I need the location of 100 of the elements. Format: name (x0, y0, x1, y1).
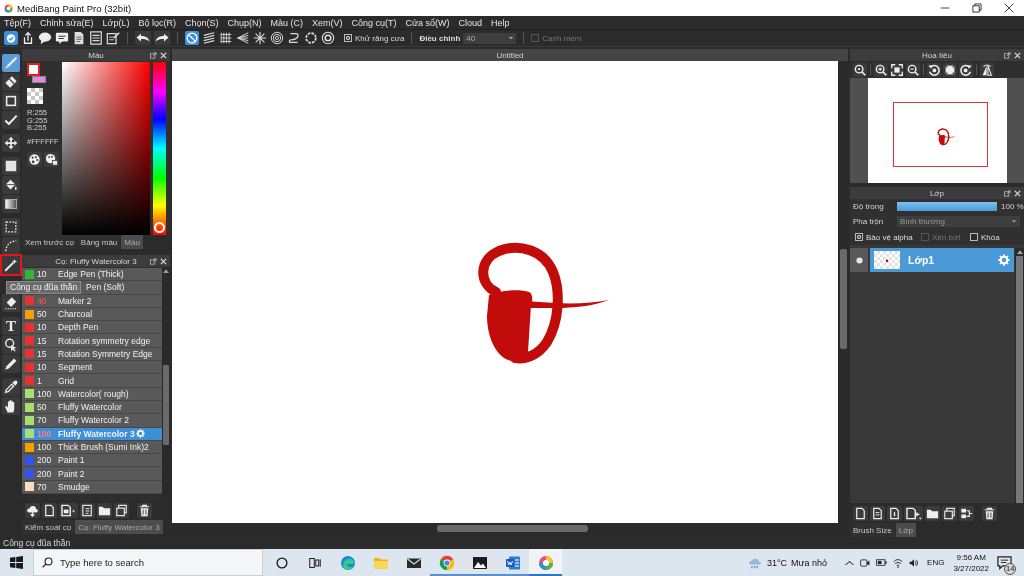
caret-icon[interactable] (1011, 219, 1017, 224)
gear-circle-icon[interactable] (321, 31, 335, 45)
folder-icon[interactable] (925, 505, 940, 521)
float-window-icon[interactable] (1004, 189, 1011, 197)
add-page-menu-icon[interactable] (904, 505, 923, 521)
chat-icon[interactable] (55, 31, 69, 45)
zoom-out-icon[interactable] (906, 62, 920, 77)
magnifier-icon[interactable] (853, 62, 867, 77)
opacity-slider[interactable] (897, 202, 997, 211)
marked-page-icon[interactable] (887, 505, 902, 521)
dotted-circle-icon[interactable] (304, 31, 318, 45)
panel-tab[interactable]: Xem trước cọ (22, 235, 77, 249)
brush-row[interactable]: 15 Rotation symmetry edge (22, 334, 162, 348)
menu-item[interactable]: Help (488, 17, 513, 28)
vertical-scrollbar[interactable] (1015, 248, 1024, 503)
hue-slider[interactable] (153, 62, 166, 235)
redo-icon[interactable] (154, 31, 170, 45)
rotate-left-icon[interactable] (927, 62, 941, 77)
tool-button[interactable] (2, 378, 20, 396)
grid-icon[interactable] (219, 31, 233, 45)
menu-item[interactable]: Lớp(L) (99, 17, 133, 28)
blend-mode-dropdown[interactable]: Bình thường (897, 216, 1020, 227)
list-page-icon[interactable] (89, 31, 103, 45)
tool-button[interactable] (2, 73, 20, 91)
menu-item[interactable]: Chỉnh sửa(E) (37, 17, 97, 28)
edit-page-icon[interactable] (106, 31, 120, 45)
float-window-icon[interactable] (150, 257, 157, 265)
copy-page-icon[interactable] (80, 502, 95, 518)
tool-button[interactable] (2, 157, 20, 175)
view-frame[interactable] (893, 102, 988, 167)
brush-row[interactable]: 70 Fluffy Watercolor 2 (22, 414, 162, 428)
speaker-icon[interactable] (909, 557, 920, 568)
cloud-check-icon[interactable] (4, 31, 18, 45)
adjust-dropdown[interactable]: 40 (463, 32, 517, 44)
menu-item[interactable]: Tệp(F) (1, 17, 34, 28)
wifi-icon[interactable] (893, 557, 904, 568)
language-indicator[interactable]: ENG (927, 558, 945, 567)
brush-row[interactable]: 10 Segment (22, 361, 162, 375)
undo-icon[interactable] (135, 31, 151, 45)
panel-tab[interactable]: Màu (121, 235, 143, 249)
speech-bubble-icon[interactable] (38, 31, 52, 45)
brush-row[interactable]: 10 Edge Pen (Thick) (22, 268, 162, 282)
menu-item[interactable]: Bộ lọc(R) (135, 17, 179, 28)
camera-icon[interactable] (860, 557, 871, 568)
transparent-swatch[interactable] (27, 88, 43, 104)
tool-button[interactable] (2, 195, 20, 213)
folder-icon[interactable] (97, 502, 112, 518)
tool-button[interactable] (2, 237, 20, 255)
vertical-scrollbar[interactable] (162, 267, 170, 500)
panel-tab[interactable]: Kiểm soát cọ (22, 520, 75, 534)
float-window-icon[interactable] (1004, 51, 1011, 59)
cloud-download-icon[interactable] (25, 502, 40, 518)
battery-icon[interactable] (876, 558, 888, 567)
menu-item[interactable]: Màu (C) (267, 17, 307, 28)
menu-item[interactable]: Cloud (455, 17, 486, 28)
full-frame-icon[interactable] (943, 62, 957, 77)
brush-row[interactable]: 200 Paint 1 (22, 454, 162, 468)
scroll-up-icon[interactable] (1016, 250, 1023, 254)
hue-handle[interactable] (154, 222, 165, 233)
fit-frame-icon[interactable] (890, 62, 904, 77)
merge-icon[interactable] (959, 505, 974, 521)
page-icon[interactable] (853, 505, 868, 521)
tool-button[interactable] (2, 134, 20, 152)
converging-lines-icon[interactable] (236, 31, 250, 45)
caret-icon[interactable] (508, 35, 515, 41)
panel-tab[interactable]: Brush Size (850, 523, 895, 537)
panel-tab[interactable]: Lớp (895, 523, 916, 537)
menu-item[interactable]: Chụp(N) (224, 17, 265, 28)
checkbox[interactable] (855, 233, 863, 241)
tool-button[interactable] (2, 176, 20, 194)
menu-item[interactable]: Chọn(S) (182, 17, 222, 28)
tool-button[interactable] (2, 92, 20, 110)
slashed-circle-icon[interactable] (185, 31, 199, 45)
panel-tab[interactable]: Cọ: Fluffy Watercolor 3 (75, 520, 163, 534)
clock-time[interactable]: 9:56 AM (956, 551, 986, 563)
trash-icon[interactable] (982, 505, 997, 521)
menu-item[interactable]: Cửa sổ(W) (402, 17, 453, 28)
scrollbar-thumb[interactable] (839, 249, 847, 349)
clock-date[interactable]: 3/27/2022 (953, 562, 989, 574)
gear-icon[interactable] (998, 254, 1010, 266)
task-view-icon[interactable] (308, 556, 321, 569)
text-tool-button[interactable]: T (2, 317, 20, 335)
chevron-up-icon[interactable] (845, 559, 855, 566)
rotate-right-icon[interactable] (959, 62, 973, 77)
scrollbar-thumb[interactable] (437, 525, 588, 532)
radial-lines-icon[interactable] (253, 31, 267, 45)
brush-row[interactable]: 1 Grid (22, 374, 162, 388)
restore-icon[interactable] (972, 3, 982, 13)
tool-button[interactable] (2, 218, 20, 236)
color-swatch[interactable] (27, 63, 40, 76)
page-menu-icon[interactable] (59, 502, 78, 518)
page-icon[interactable] (42, 502, 57, 518)
duplicate-icon[interactable] (114, 502, 129, 518)
share-icon[interactable] (21, 31, 35, 45)
menu-item[interactable]: Xem(V) (309, 17, 346, 28)
visibility-dot-icon[interactable] (855, 256, 863, 264)
checkbox[interactable] (344, 34, 352, 42)
close-icon[interactable] (1004, 3, 1014, 13)
tool-button[interactable] (2, 397, 20, 415)
tool-button[interactable] (2, 111, 20, 129)
